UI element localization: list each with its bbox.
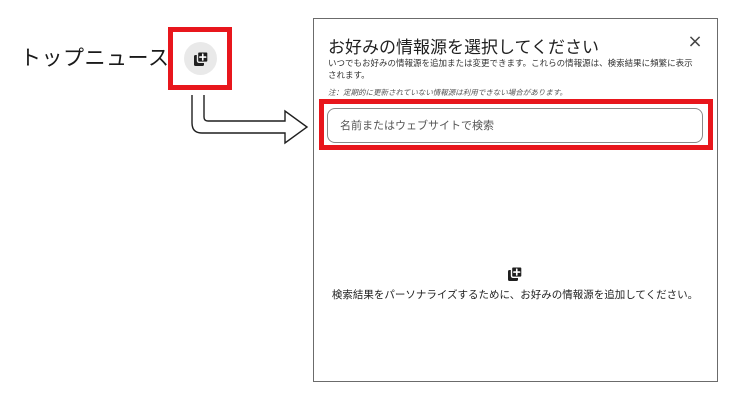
top-news-label: トップニュース: [20, 46, 170, 70]
add-source-icon: [193, 50, 209, 66]
icon-highlight-box: [168, 27, 232, 90]
dialog-note: 注：定期的に更新されていない情報源は利用できない場合があります。: [328, 88, 568, 97]
add-source-icon: [508, 266, 523, 281]
dialog-title: お好みの情報源を選択してください: [328, 38, 599, 58]
empty-state-message: 検索結果をパーソナライズするために、お好みの情報源を追加してください。: [331, 289, 699, 301]
search-input[interactable]: 名前またはウェブサイトで検索: [327, 108, 703, 143]
close-icon: ×: [687, 31, 703, 52]
add-source-button[interactable]: [184, 42, 217, 75]
close-button[interactable]: ×: [686, 33, 704, 51]
dialog-description: いつでもお好みの情報源を追加または変更できます。これらの情報源は、検索結果に頻繁…: [328, 59, 693, 81]
source-selection-dialog: お好みの情報源を選択してください × いつでもお好みの情報源を追加または変更でき…: [313, 18, 718, 382]
pointer-arrow: [191, 95, 309, 145]
